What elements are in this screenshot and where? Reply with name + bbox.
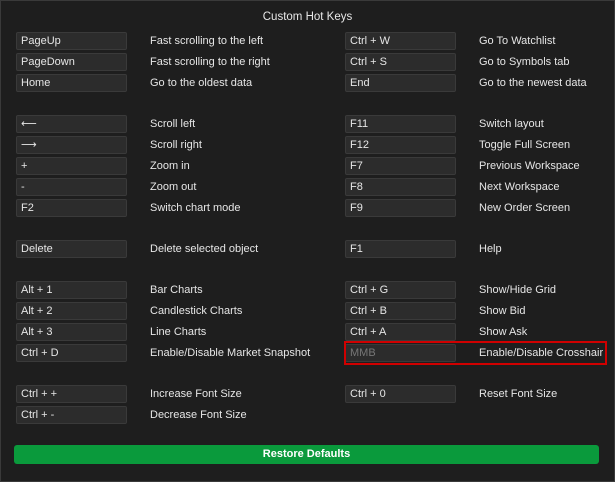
hotkey-field-oldest-data[interactable]: Home — [16, 74, 127, 92]
hotkey-field-symbols-tab[interactable]: Ctrl + S — [345, 53, 456, 71]
hotkey-field-decrease-font[interactable]: Ctrl + - — [16, 406, 127, 424]
hotkey-field-grid[interactable]: Ctrl + G — [345, 281, 456, 299]
hotkey-field-show-bid[interactable]: Ctrl + B — [345, 302, 456, 320]
hotkey-label: Toggle Full Screen — [479, 139, 571, 151]
hotkey-field-scroll-right[interactable]: ⟶ — [16, 136, 127, 154]
hotkey-label: Show Bid — [479, 305, 526, 317]
hotkey-label: Zoom out — [150, 181, 197, 193]
hotkey-field-market-snapshot[interactable]: Ctrl + D — [16, 344, 127, 362]
hotkey-field-line-charts[interactable]: Alt + 3 — [16, 323, 127, 341]
hotkey-label: Scroll right — [150, 139, 202, 151]
restore-defaults-button[interactable]: Restore Defaults — [14, 445, 599, 464]
hotkey-field-reset-font[interactable]: Ctrl + 0 — [345, 385, 456, 403]
hotkey-field-help[interactable]: F1 — [345, 240, 456, 258]
hotkey-label: Help — [479, 243, 502, 255]
hotkey-label: Show Ask — [479, 326, 528, 338]
hotkey-label: New Order Screen — [479, 202, 571, 214]
hotkey-field-previous-workspace[interactable]: F7 — [345, 157, 456, 175]
hotkey-field-zoom-out[interactable]: - — [16, 178, 127, 196]
hotkey-field-increase-font[interactable]: Ctrl + + — [16, 385, 127, 403]
hotkey-label: Fast scrolling to the right — [150, 56, 270, 68]
hotkey-label: Zoom in — [150, 160, 190, 172]
hotkey-field-crosshair[interactable]: MMB — [345, 344, 456, 362]
hotkey-field-new-order-screen[interactable]: F9 — [345, 199, 456, 217]
hotkey-field-bar-charts[interactable]: Alt + 1 — [16, 281, 127, 299]
hotkey-label: Decrease Font Size — [150, 409, 247, 421]
hotkey-label: Go to the oldest data — [150, 77, 253, 89]
hotkey-label: Go to the newest data — [479, 77, 587, 89]
hotkey-label: Go To Watchlist — [479, 35, 556, 47]
custom-hotkeys-dialog: Custom Hot Keys PageUp Fast scrolling to… — [0, 0, 615, 482]
hotkey-label: Switch layout — [479, 118, 544, 130]
hotkey-field-newest-data[interactable]: End — [345, 74, 456, 92]
hotkey-field-full-screen[interactable]: F12 — [345, 136, 456, 154]
hotkey-label: Enable/Disable Crosshair — [479, 347, 604, 359]
hotkey-field-show-ask[interactable]: Ctrl + A — [345, 323, 456, 341]
hotkey-field-delete-object[interactable]: Delete — [16, 240, 127, 258]
hotkey-field-fast-scroll-right[interactable]: PageDown — [16, 53, 127, 71]
hotkey-label: Switch chart mode — [150, 202, 241, 214]
hotkey-label: Line Charts — [150, 326, 207, 338]
hotkey-field-zoom-in[interactable]: + — [16, 157, 127, 175]
hotkey-field-candlestick-charts[interactable]: Alt + 2 — [16, 302, 127, 320]
hotkey-field-next-workspace[interactable]: F8 — [345, 178, 456, 196]
hotkey-field-scroll-left[interactable]: ⟵ — [16, 115, 127, 133]
hotkey-field-switch-layout[interactable]: F11 — [345, 115, 456, 133]
hotkey-label: Scroll left — [150, 118, 196, 130]
hotkey-label: Bar Charts — [150, 284, 203, 296]
hotkey-label: Reset Font Size — [479, 388, 558, 400]
hotkey-label: Delete selected object — [150, 243, 259, 255]
hotkey-label: Enable/Disable Market Snapshot — [150, 347, 311, 359]
hotkey-label: Candlestick Charts — [150, 305, 243, 317]
hotkey-label: Next Workspace — [479, 181, 560, 193]
hotkey-field-watchlist[interactable]: Ctrl + W — [345, 32, 456, 50]
hotkey-label: Go to Symbols tab — [479, 56, 570, 68]
hotkey-field-fast-scroll-left[interactable]: PageUp — [16, 32, 127, 50]
hotkey-label: Fast scrolling to the left — [150, 35, 264, 47]
hotkey-label: Increase Font Size — [150, 388, 242, 400]
hotkey-field-switch-chart-mode[interactable]: F2 — [16, 199, 127, 217]
dialog-title: Custom Hot Keys — [262, 11, 353, 23]
hotkey-label: Previous Workspace — [479, 160, 580, 172]
hotkey-label: Show/Hide Grid — [479, 284, 557, 296]
